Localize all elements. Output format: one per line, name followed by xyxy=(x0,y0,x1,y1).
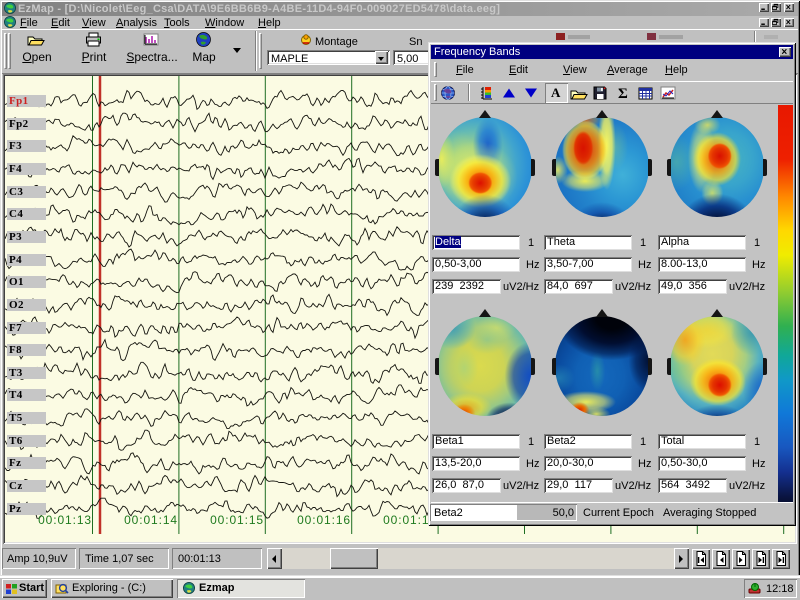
svg-text:Σ: Σ xyxy=(618,86,628,101)
